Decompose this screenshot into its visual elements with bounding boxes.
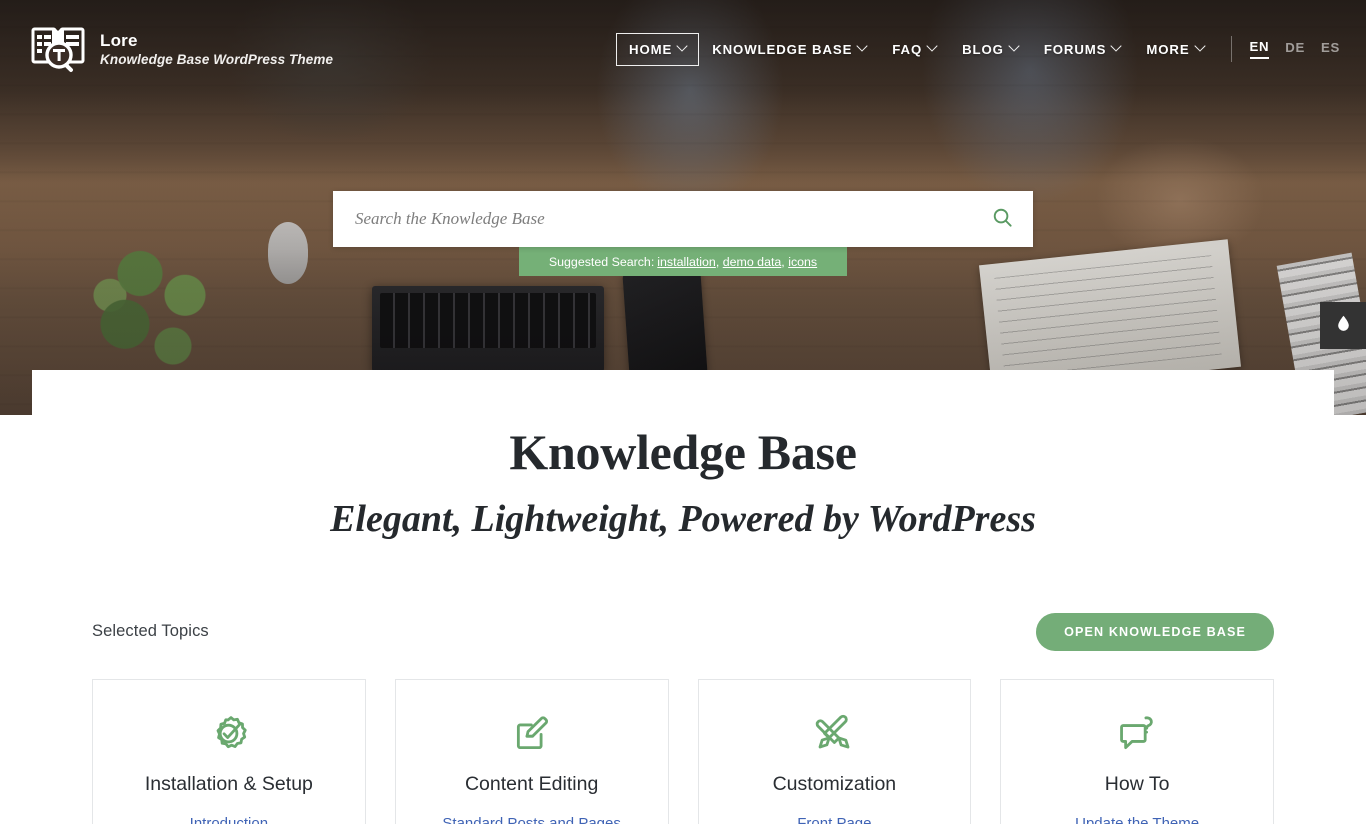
language-en[interactable]: EN bbox=[1249, 39, 1270, 59]
suggested-search-terms: installation, demo data, icons bbox=[657, 254, 818, 269]
nav-divider bbox=[1230, 36, 1232, 62]
nav-item-label: KNOWLEDGE BASE bbox=[712, 41, 853, 57]
topic-card-title: Installation & Setup bbox=[144, 772, 313, 795]
chevron-down-icon bbox=[1008, 40, 1020, 52]
open-knowledge-base-button[interactable]: OPEN KNOWLEDGE BASE bbox=[1036, 612, 1274, 651]
suggested-search-label: Suggested Search: bbox=[548, 254, 655, 269]
brand[interactable]: Lore Knowledge Base WordPress Theme bbox=[30, 23, 333, 75]
content-panel: Knowledge Base Elegant, Lightweight, Pow… bbox=[32, 370, 1334, 824]
topic-card[interactable]: Customization Front Page bbox=[697, 678, 972, 824]
search-submit-button[interactable] bbox=[971, 191, 1033, 247]
nav-items: HOME KNOWLEDGE BASE FAQ BLOG FORUMS MORE bbox=[616, 32, 1217, 66]
nav-item-label: FAQ bbox=[892, 41, 923, 57]
brush-pen-icon bbox=[814, 712, 854, 756]
brand-title: Lore bbox=[100, 30, 138, 50]
nav-item-forums[interactable]: FORUMS bbox=[1031, 33, 1134, 66]
page-titles: Knowledge Base Elegant, Lightweight, Pow… bbox=[32, 370, 1334, 541]
nav-item-blog[interactable]: BLOG bbox=[949, 33, 1031, 66]
topic-card-title: How To bbox=[1104, 772, 1170, 795]
selected-topics-label: Selected Topics bbox=[92, 622, 209, 641]
topic-card[interactable]: Content Editing Standard Posts and Pages bbox=[394, 678, 669, 824]
language-de[interactable]: DE bbox=[1285, 40, 1305, 58]
chevron-down-icon bbox=[1193, 40, 1206, 52]
suggested-search-bar: Suggested Search: installation, demo dat… bbox=[519, 247, 847, 276]
search-icon bbox=[991, 206, 1014, 232]
nav-item-knowledge-base[interactable]: KNOWLEDGE BASE bbox=[699, 33, 879, 66]
nav-item-label: HOME bbox=[629, 41, 673, 57]
brand-subtitle: Knowledge Base WordPress Theme bbox=[100, 51, 334, 67]
topic-card[interactable]: Installation & Setup Introduction bbox=[92, 678, 366, 824]
search-box bbox=[333, 191, 1033, 247]
suggested-term-demo-data[interactable]: demo data bbox=[723, 255, 782, 269]
gear-check-icon bbox=[209, 712, 249, 756]
nav-item-label: MORE bbox=[1146, 41, 1190, 57]
language-es[interactable]: ES bbox=[1321, 40, 1340, 58]
chevron-down-icon bbox=[1110, 40, 1123, 52]
chat-question-icon bbox=[1117, 712, 1157, 756]
color-scheme-toggle-button[interactable] bbox=[1320, 302, 1366, 349]
language-switcher: EN DE ES bbox=[1249, 39, 1340, 59]
topic-card-title: Customization bbox=[772, 772, 897, 795]
chevron-down-icon bbox=[676, 40, 688, 52]
chevron-down-icon bbox=[856, 40, 868, 52]
topic-card-link[interactable]: Update the Theme bbox=[1075, 815, 1199, 824]
topic-cards: Installation & Setup Introduction Content … bbox=[32, 678, 1334, 824]
book-search-logo-icon bbox=[30, 23, 86, 75]
page-title: Knowledge Base bbox=[509, 424, 857, 480]
search-input[interactable] bbox=[333, 209, 971, 229]
nav-item-label: FORUMS bbox=[1043, 41, 1107, 57]
chevron-down-icon bbox=[926, 40, 938, 52]
topic-card[interactable]: How To Update the Theme bbox=[1000, 678, 1274, 824]
selected-topics-bar: Selected Topics OPEN KNOWLEDGE BASE bbox=[32, 612, 1334, 651]
page-root: Lore Knowledge Base WordPress Theme HOME… bbox=[0, 0, 1366, 824]
nav-item-more[interactable]: MORE bbox=[1133, 33, 1216, 66]
page-subtitle: Elegant, Lightweight, Powered by WordPre… bbox=[330, 498, 1036, 540]
hero-search: Suggested Search: installation, demo dat… bbox=[333, 191, 1033, 276]
topic-card-link[interactable]: Front Page bbox=[797, 815, 871, 824]
topic-card-title: Content Editing bbox=[464, 772, 599, 795]
water-drop-icon bbox=[1334, 314, 1353, 338]
main-navigation: HOME KNOWLEDGE BASE FAQ BLOG FORUMS MORE EN DE… bbox=[616, 0, 1366, 98]
edit-square-icon bbox=[512, 712, 552, 756]
suggested-term-icons[interactable]: icons bbox=[788, 255, 817, 269]
topic-card-link[interactable]: Standard Posts and Pages bbox=[442, 815, 620, 824]
nav-item-home[interactable]: HOME bbox=[616, 32, 700, 66]
topic-card-link[interactable]: Introduction bbox=[190, 815, 268, 824]
nav-item-label: BLOG bbox=[962, 41, 1004, 57]
suggested-term-installation[interactable]: installation bbox=[657, 255, 716, 269]
nav-item-faq[interactable]: FAQ bbox=[879, 33, 949, 66]
site-header: Lore Knowledge Base WordPress Theme HOME… bbox=[0, 0, 1366, 98]
